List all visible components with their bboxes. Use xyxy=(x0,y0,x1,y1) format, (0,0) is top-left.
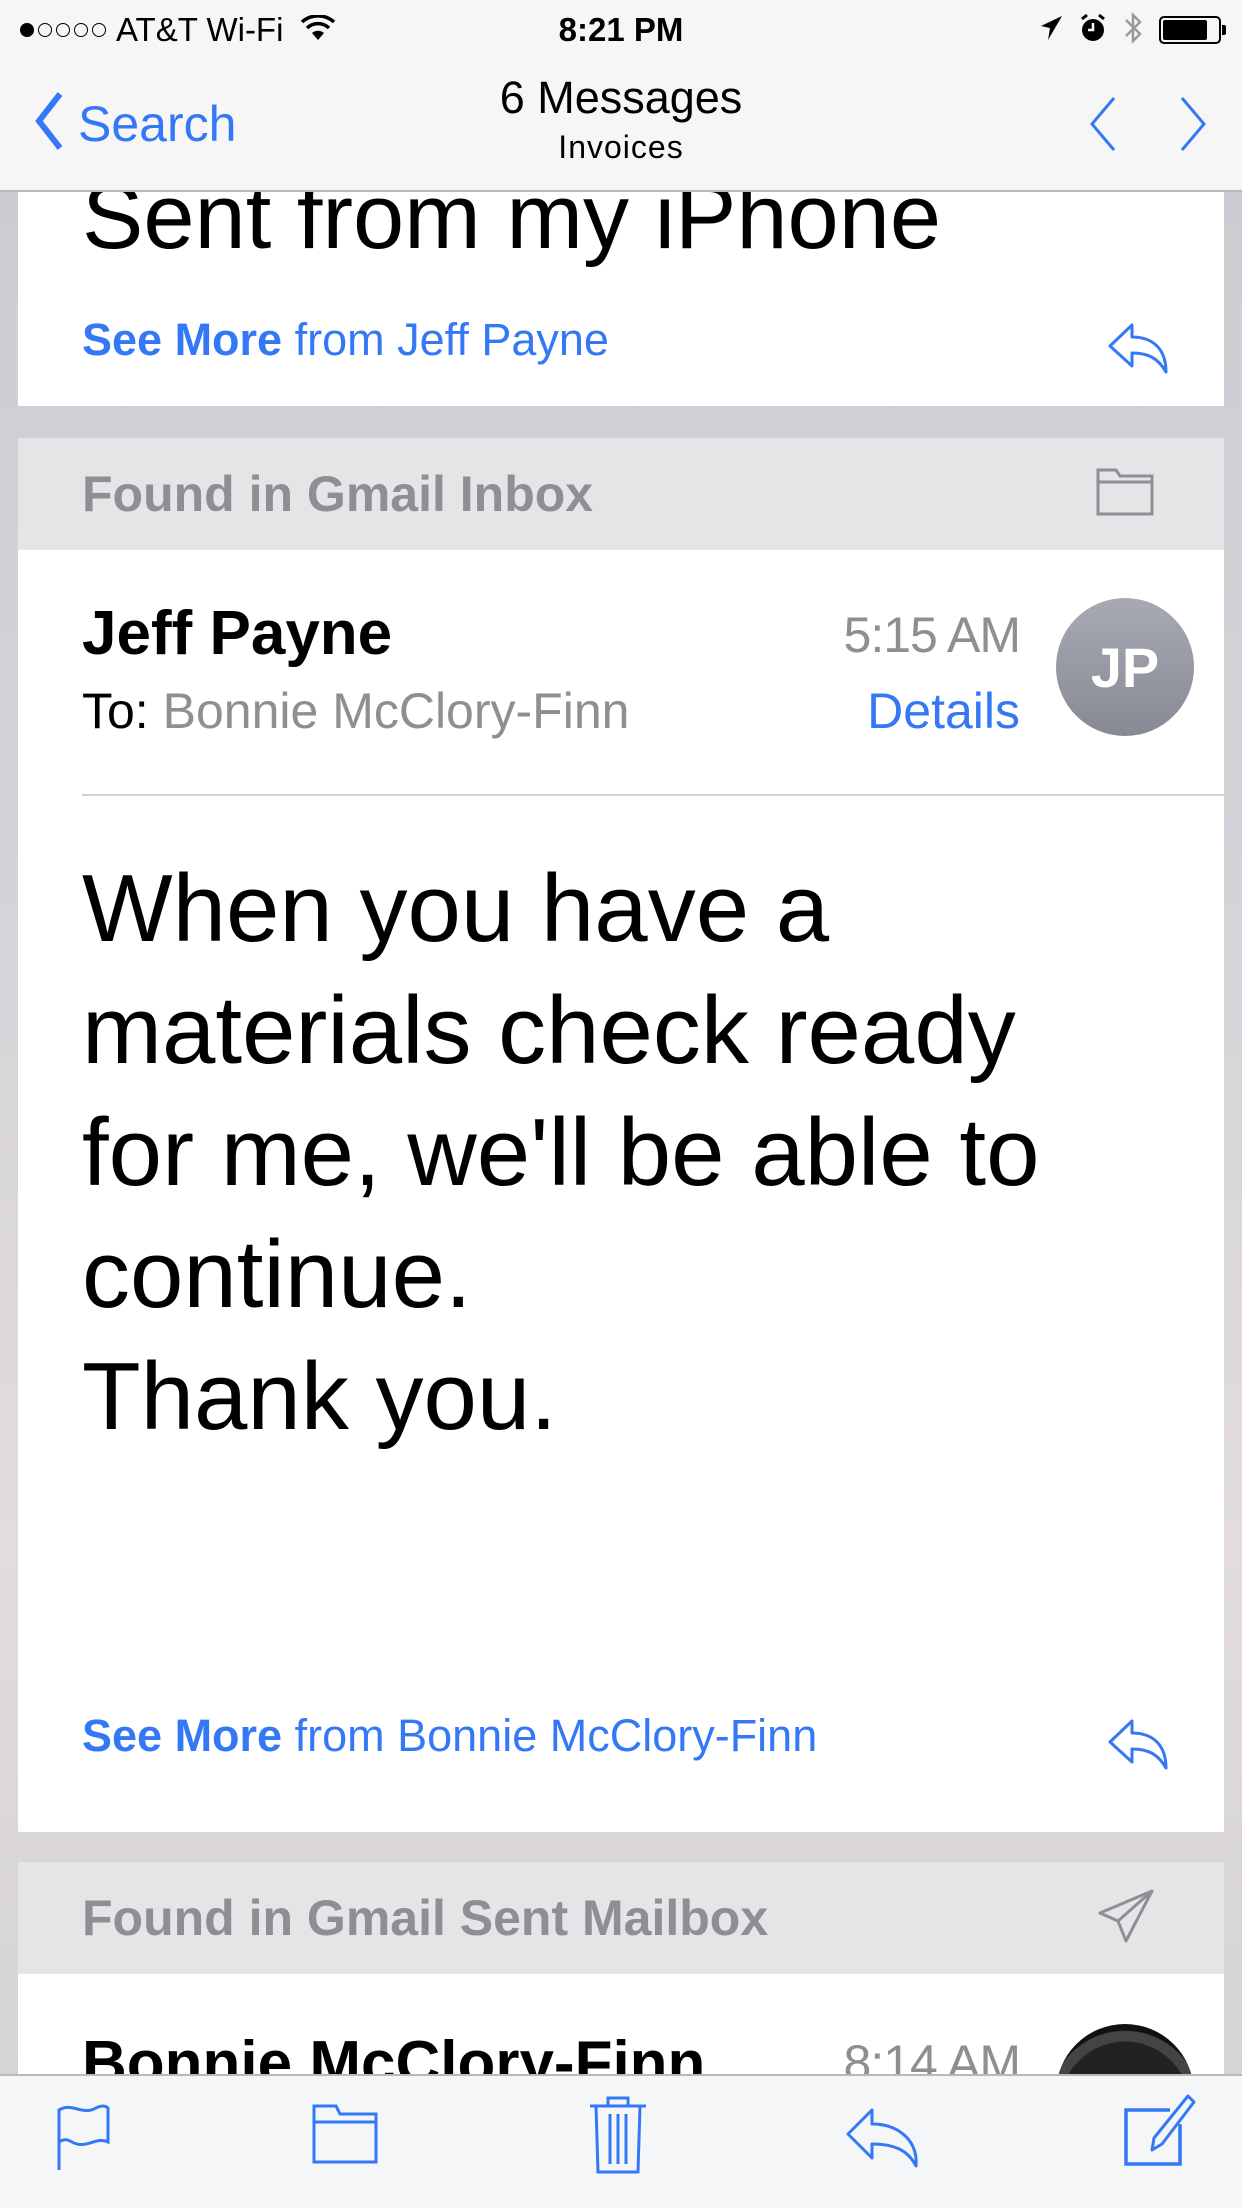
paper-plane-icon xyxy=(1098,1889,1154,1948)
trash-icon xyxy=(590,2096,646,2174)
bluetooth-icon xyxy=(1123,10,1143,51)
see-more-link[interactable]: See More from Bonnie McClory-Finn xyxy=(82,1710,817,1762)
compose-button[interactable] xyxy=(1122,2094,1196,2171)
location-icon xyxy=(1039,14,1063,47)
trash-button[interactable] xyxy=(588,2094,648,2179)
message-body-tail: Sent from my iPhone xyxy=(82,192,942,268)
avatar[interactable]: JP xyxy=(1056,598,1194,736)
see-more-sender: from Jeff Payne xyxy=(282,314,609,365)
reply-button[interactable] xyxy=(846,2108,922,2173)
page-subtitle: Invoices xyxy=(558,129,684,165)
next-message-button[interactable] xyxy=(1178,96,1208,157)
folder-icon xyxy=(1096,468,1154,521)
see-more-sender: from Bonnie McClory-Finn xyxy=(282,1710,818,1761)
message-time: 5:15 AM xyxy=(843,607,1021,663)
previous-message-button[interactable] xyxy=(1088,96,1118,157)
section-header-sent: Found in Gmail Sent Mailbox xyxy=(18,1862,1224,1974)
alarm-icon xyxy=(1079,13,1107,48)
compose-icon xyxy=(1124,2094,1196,2166)
reply-icon[interactable] xyxy=(1108,322,1170,379)
sender-name: Jeff Payne xyxy=(82,599,393,668)
to-label: To: xyxy=(82,683,149,739)
message-body: When you have a materials check ready fo… xyxy=(82,855,1040,1450)
reply-icon xyxy=(846,2108,918,2168)
see-more-label: See More xyxy=(82,1710,283,1761)
battery-icon xyxy=(1159,16,1226,44)
page-title: 6 Messages xyxy=(499,72,743,123)
status-bar: AT&T Wi-Fi 8:21 PM xyxy=(0,0,1242,60)
avatar-initials: JP xyxy=(1090,635,1160,699)
section-label: Found in Gmail Inbox xyxy=(82,466,594,522)
see-more-label: See More xyxy=(82,314,283,365)
section-header-inbox: Found in Gmail Inbox xyxy=(18,438,1224,550)
folder-icon xyxy=(312,2104,378,2164)
move-to-folder-button[interactable] xyxy=(312,2102,378,2169)
reply-icon[interactable] xyxy=(1108,1718,1170,1775)
bottom-toolbar xyxy=(0,2074,1242,2208)
details-button[interactable]: Details xyxy=(867,682,1020,740)
recipient-name: Bonnie McClory-Finn xyxy=(162,683,630,739)
recipient-line: To: Bonnie McClory-Finn xyxy=(82,682,629,740)
message-card: Jeff Payne To: Bonnie McClory-Finn 5:15 … xyxy=(18,550,1224,1832)
divider xyxy=(82,794,1224,796)
message-card: Sent from my iPhone See More from Jeff P… xyxy=(18,192,1224,406)
flag-button[interactable] xyxy=(56,2102,112,2177)
section-label: Found in Gmail Sent Mailbox xyxy=(82,1890,769,1946)
navigation-bar: Search 6 Messages Invoices xyxy=(0,60,1242,192)
flag-icon xyxy=(57,2104,110,2170)
see-more-link[interactable]: See More from Jeff Payne xyxy=(82,314,609,366)
